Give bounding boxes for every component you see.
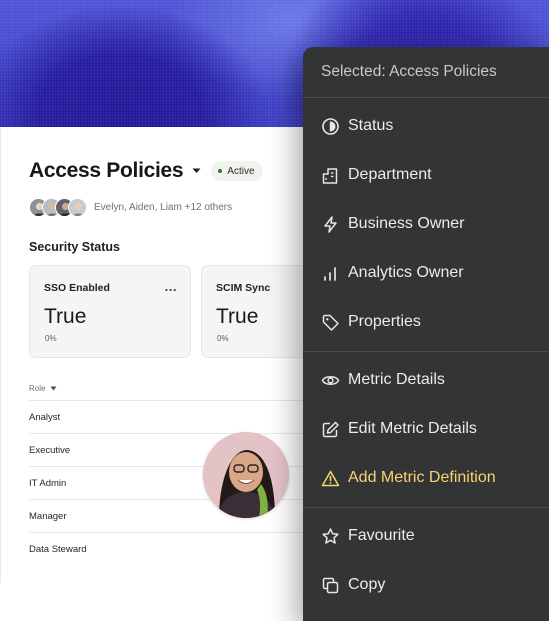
- star-icon: [320, 526, 340, 546]
- menu-item-label: Business Owner: [348, 215, 465, 232]
- column-header-role[interactable]: Role: [29, 384, 57, 393]
- context-menu: Selected: Access Policies Status Departm…: [303, 47, 549, 621]
- stat-sub: 0%: [217, 334, 229, 343]
- stat-value: True: [216, 305, 259, 328]
- page-title: Access Policies: [29, 159, 184, 182]
- menu-divider: [303, 507, 549, 508]
- menu-divider: [303, 97, 549, 98]
- status-badge: Active: [211, 161, 263, 181]
- eye-icon: [320, 370, 340, 390]
- menu-item-business-owner[interactable]: Business Owner: [303, 204, 549, 244]
- menu-item-label: Status: [348, 117, 394, 134]
- section-title: Security Status: [29, 240, 121, 254]
- sort-caret-icon[interactable]: [50, 386, 57, 391]
- menu-item-department[interactable]: Department: [303, 155, 549, 195]
- column-header-label: Role: [29, 384, 46, 393]
- status-icon: [320, 116, 340, 136]
- lightning-icon: [320, 214, 340, 234]
- menu-item-favourite[interactable]: Favourite: [303, 516, 549, 556]
- members-text: Evelyn, Aiden, Liam +12 others: [94, 202, 233, 213]
- menu-item-status[interactable]: Status: [303, 106, 549, 146]
- menu-item-label: Metric Details: [348, 371, 445, 388]
- row-label: Manager: [29, 510, 67, 522]
- caret-down-icon[interactable]: [192, 166, 202, 176]
- menu-item-label: Add Metric Definition: [348, 469, 496, 486]
- title-row: Access Policies Active: [29, 158, 263, 184]
- menu-item-label: Edit Metric Details: [348, 420, 477, 437]
- table-row[interactable]: Analyst: [29, 400, 309, 433]
- menu-item-properties[interactable]: Properties: [303, 302, 549, 342]
- menu-item-copy[interactable]: Copy: [303, 565, 549, 605]
- menu-header: Selected: Access Policies: [321, 63, 497, 80]
- menu-item-add-metric-definition[interactable]: Add Metric Definition: [303, 458, 549, 498]
- stat-label: SCIM Sync: [216, 282, 271, 294]
- menu-item-label: Favourite: [348, 527, 415, 544]
- row-label: IT Admin: [29, 477, 67, 489]
- avatar: [68, 198, 87, 217]
- row-label: Analyst: [29, 411, 61, 423]
- menu-divider: [303, 351, 549, 352]
- stat-value: True: [44, 305, 87, 328]
- more-options-icon[interactable]: ...: [165, 279, 177, 294]
- members-row[interactable]: Evelyn, Aiden, Liam +12 others: [29, 198, 232, 217]
- stat-card-sso[interactable]: SSO Enabled ... True 0%: [29, 265, 191, 358]
- row-label: Data Steward: [29, 543, 87, 555]
- table-row[interactable]: Data Steward: [29, 532, 309, 565]
- building-icon: [320, 165, 340, 185]
- status-dot-icon: [218, 169, 223, 173]
- menu-item-edit-metric-details[interactable]: Edit Metric Details: [303, 409, 549, 449]
- menu-item-label: Copy: [348, 576, 386, 593]
- row-label: Executive: [29, 444, 71, 456]
- menu-item-metric-details[interactable]: Metric Details: [303, 360, 549, 400]
- copy-icon: [320, 575, 340, 595]
- menu-item-label: Analytics Owner: [348, 264, 464, 281]
- menu-item-label: Properties: [348, 313, 421, 330]
- bar-chart-icon: [320, 263, 340, 283]
- edit-icon: [320, 419, 340, 439]
- status-badge-label: Active: [227, 165, 255, 177]
- menu-item-label: Department: [348, 166, 432, 183]
- menu-item-analytics-owner[interactable]: Analytics Owner: [303, 253, 549, 293]
- warning-icon: [320, 468, 340, 488]
- stat-sub: 0%: [45, 334, 57, 343]
- tag-icon: [320, 312, 340, 332]
- user-avatar: [203, 432, 289, 518]
- stat-label: SSO Enabled: [44, 282, 110, 294]
